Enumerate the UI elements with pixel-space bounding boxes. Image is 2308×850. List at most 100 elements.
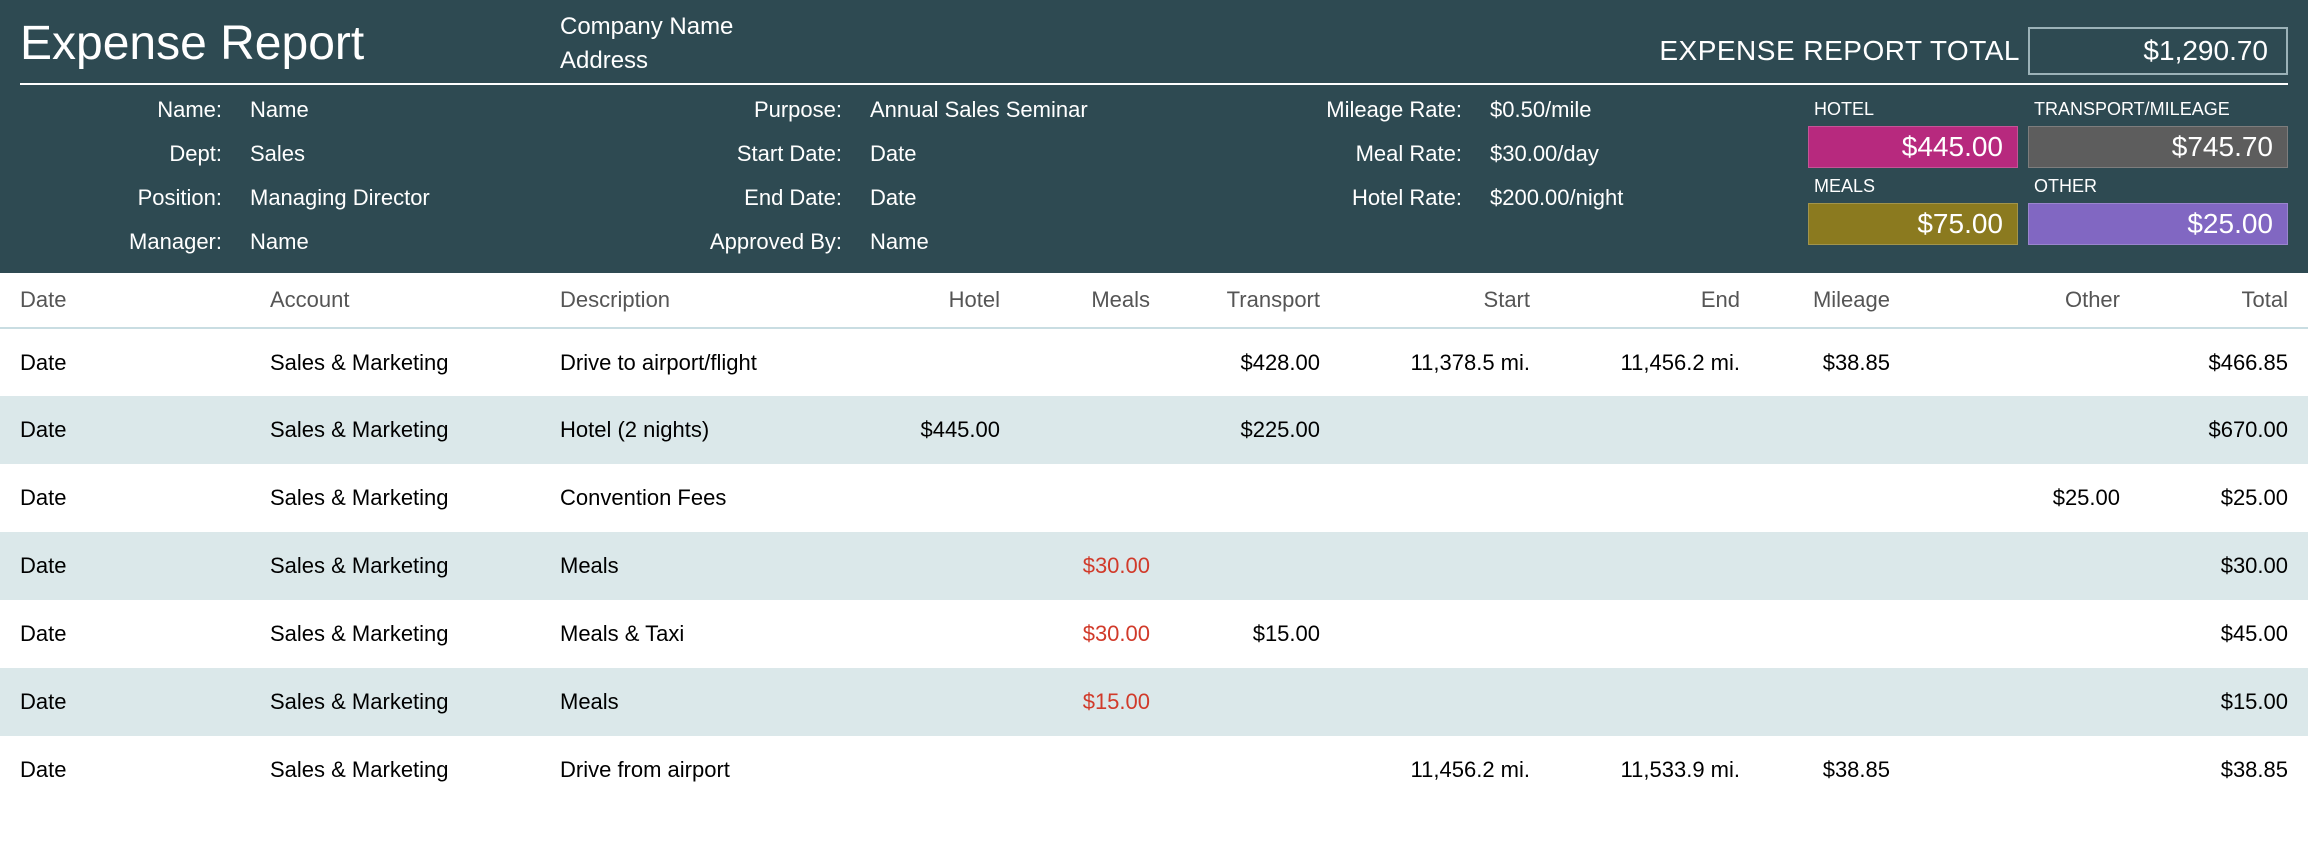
position-value: Managing Director	[250, 185, 570, 211]
cell-date: Date	[0, 328, 250, 396]
cell-mileage	[1760, 396, 1910, 464]
total-label: EXPENSE REPORT TOTAL	[1659, 35, 2020, 67]
cell-date: Date	[0, 532, 250, 600]
cell-transport: $15.00	[1170, 600, 1340, 668]
company-block: Company Name Address	[560, 10, 733, 77]
cell-end	[1550, 396, 1760, 464]
cell-mileage	[1760, 600, 1910, 668]
manager-value: Name	[250, 229, 570, 255]
cell-date: Date	[0, 600, 250, 668]
table-row: DateSales & MarketingMeals & Taxi $30.00$…	[0, 600, 2308, 668]
cell-other: $25.00	[1910, 464, 2140, 532]
col-mileage: Mileage	[1760, 273, 1910, 328]
cell-account: Sales & Marketing	[250, 736, 540, 804]
end-date-value: Date	[870, 185, 1190, 211]
col-other: Other	[1910, 273, 2140, 328]
cell-account: Sales & Marketing	[250, 532, 540, 600]
cell-total: $15.00	[2140, 668, 2308, 736]
cell-transport	[1170, 736, 1340, 804]
transport-cat-label: TRANSPORT/MILEAGE	[2028, 97, 2288, 120]
hotel-cat-label: HOTEL	[1808, 97, 2018, 120]
cell-other	[1910, 396, 2140, 464]
company-name: Company Name	[560, 10, 733, 44]
table-header-row: Date Account Description Hotel Meals Tra…	[0, 273, 2308, 328]
info-grid: Name: Name Purpose: Annual Sales Seminar…	[20, 97, 1790, 255]
purpose-value: Annual Sales Seminar	[870, 97, 1190, 123]
col-total: Total	[2140, 273, 2308, 328]
cell-description: Meals & Taxi	[540, 600, 870, 668]
cell-transport	[1170, 464, 1340, 532]
cell-hotel	[870, 532, 1020, 600]
meals-cat-label: MEALS	[1808, 174, 2018, 197]
purpose-label: Purpose:	[570, 97, 870, 123]
col-transport: Transport	[1170, 273, 1340, 328]
cell-start	[1340, 532, 1550, 600]
cell-meals	[1020, 328, 1170, 396]
cell-hotel	[870, 328, 1020, 396]
category-summary: HOTEL TRANSPORT/MILEAGE $445.00 $745.70 …	[1808, 97, 2288, 255]
cell-mileage	[1760, 464, 1910, 532]
cell-meals	[1020, 464, 1170, 532]
cell-description: Drive to airport/flight	[540, 328, 870, 396]
cell-end: 11,533.9 mi.	[1550, 736, 1760, 804]
manager-label: Manager:	[20, 229, 250, 255]
cell-end	[1550, 668, 1760, 736]
cell-other	[1910, 328, 2140, 396]
cell-hotel	[870, 736, 1020, 804]
approved-by-label: Approved By:	[570, 229, 870, 255]
other-cat-label: OTHER	[2028, 174, 2288, 197]
col-end: End	[1550, 273, 1760, 328]
cell-transport	[1170, 668, 1340, 736]
col-account: Account	[250, 273, 540, 328]
cell-other	[1910, 532, 2140, 600]
cell-other	[1910, 736, 2140, 804]
table-row: DateSales & MarketingMeals$30.00$30.00	[0, 532, 2308, 600]
cell-mileage: $38.85	[1760, 736, 1910, 804]
table-row: DateSales & MarketingConvention Fees $25.…	[0, 464, 2308, 532]
dept-label: Dept:	[20, 141, 250, 167]
table-body: DateSales & MarketingDrive to airport/fl…	[0, 328, 2308, 804]
cell-start	[1340, 668, 1550, 736]
cell-end	[1550, 600, 1760, 668]
cell-account: Sales & Marketing	[250, 328, 540, 396]
cell-mileage: $38.85	[1760, 328, 1910, 396]
cell-meals	[1020, 396, 1170, 464]
cell-account: Sales & Marketing	[250, 600, 540, 668]
cell-date: Date	[0, 396, 250, 464]
approved-by-value: Name	[870, 229, 1190, 255]
mileage-rate-label: Mileage Rate:	[1190, 97, 1490, 123]
cell-hotel	[870, 600, 1020, 668]
cell-meals: $15.00	[1020, 668, 1170, 736]
col-hotel: Hotel	[870, 273, 1020, 328]
cell-hotel: $445.00	[870, 396, 1020, 464]
cell-start: 11,378.5 mi.	[1340, 328, 1550, 396]
meals-cat-value: $75.00	[1808, 203, 2018, 245]
page-title: Expense Report	[20, 16, 560, 71]
meal-rate-label: Meal Rate:	[1190, 141, 1490, 167]
start-date-label: Start Date:	[570, 141, 870, 167]
cell-mileage	[1760, 668, 1910, 736]
transport-cat-value: $745.70	[2028, 126, 2288, 168]
name-label: Name:	[20, 97, 250, 123]
cell-start	[1340, 396, 1550, 464]
cell-account: Sales & Marketing	[250, 668, 540, 736]
dept-value: Sales	[250, 141, 570, 167]
expense-table: Date Account Description Hotel Meals Tra…	[0, 273, 2308, 804]
table-row: DateSales & MarketingHotel (2 nights)$44…	[0, 396, 2308, 464]
cell-date: Date	[0, 464, 250, 532]
cell-description: Convention Fees	[540, 464, 870, 532]
cell-meals: $30.00	[1020, 600, 1170, 668]
cell-description: Hotel (2 nights)	[540, 396, 870, 464]
cell-date: Date	[0, 668, 250, 736]
cell-mileage	[1760, 532, 1910, 600]
table-row: DateSales & MarketingDrive to airport/fl…	[0, 328, 2308, 396]
position-label: Position:	[20, 185, 250, 211]
total-value: $1,290.70	[2028, 27, 2288, 75]
cell-account: Sales & Marketing	[250, 464, 540, 532]
cell-total: $30.00	[2140, 532, 2308, 600]
cell-account: Sales & Marketing	[250, 396, 540, 464]
start-date-value: Date	[870, 141, 1190, 167]
col-meals: Meals	[1020, 273, 1170, 328]
header-details: Name: Name Purpose: Annual Sales Seminar…	[20, 97, 2288, 255]
cell-total: $38.85	[2140, 736, 2308, 804]
